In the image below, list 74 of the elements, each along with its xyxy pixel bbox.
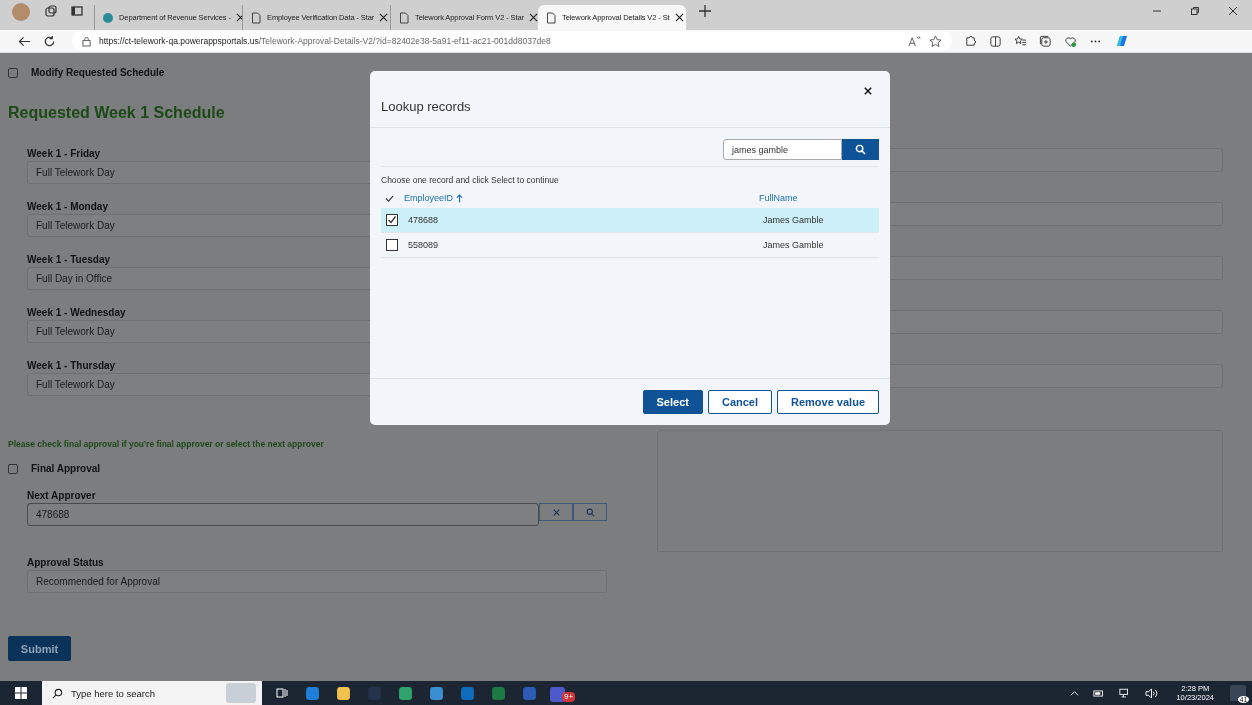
- search-field[interactable]: james gamble: [723, 139, 842, 160]
- chevron-up-icon[interactable]: [1070, 688, 1080, 698]
- back-arrow-icon[interactable]: [18, 34, 31, 48]
- checkbox-icon[interactable]: [386, 239, 398, 251]
- page-icon: [398, 11, 410, 24]
- checkbox[interactable]: [8, 67, 18, 78]
- dialog-title: Lookup records: [381, 98, 471, 114]
- check-icon: [385, 193, 394, 203]
- field-label: Week 1 - Monday: [27, 201, 108, 212]
- lookup-field[interactable]: 478688: [27, 503, 540, 526]
- extensions-icon[interactable]: [964, 34, 977, 48]
- record-row[interactable]: 558089 James Gamble: [381, 233, 879, 258]
- submit-button[interactable]: Submit: [8, 636, 71, 661]
- favorites-icon[interactable]: [1014, 34, 1027, 48]
- star-icon[interactable]: [929, 34, 942, 48]
- close-tab-icon[interactable]: [674, 13, 684, 22]
- copilot-icon[interactable]: [1114, 33, 1130, 49]
- close-tab-icon[interactable]: [528, 13, 538, 22]
- checkbox[interactable]: [8, 463, 18, 474]
- dialog-button[interactable]: Remove value: [777, 390, 879, 414]
- lock-icon: [82, 35, 91, 47]
- new-tab-icon[interactable]: [698, 4, 712, 18]
- search-button[interactable]: [842, 139, 879, 160]
- sort-ascending-icon: [456, 193, 464, 203]
- dialog-button[interactable]: Cancel: [707, 390, 772, 414]
- close-icon[interactable]: [1228, 5, 1238, 16]
- status-field[interactable]: Recommended for Approval: [27, 570, 607, 593]
- checked-checkbox-icon[interactable]: [386, 214, 398, 226]
- address-bar[interactable]: https://ct-telework-qa.powerappsportals.us/Telework-Approval-Details-V2/?id=82402e38-5a91-ef11-ac21-001dd8037de8: [72, 31, 952, 51]
- close-icon: [552, 508, 560, 516]
- field-label: Approval Status: [27, 557, 104, 568]
- url-text: https://ct-telework-qa.powerappsportals.us/Telework-Approval-Details-V2/?id=82402e38-5a91-ef11-ac21-001dd8037de8: [99, 36, 551, 46]
- workspaces-icon[interactable]: [44, 4, 58, 18]
- browser-essentials-icon[interactable]: [1064, 34, 1077, 48]
- tab-actions-icon[interactable]: [70, 4, 84, 18]
- restore-icon[interactable]: [1190, 5, 1200, 16]
- table-cell-text: 558089: [408, 240, 440, 250]
- volume-icon[interactable]: [1145, 687, 1159, 699]
- field-label: Week 1 - Thursday: [27, 360, 116, 371]
- field-label: Next Approver: [27, 490, 96, 501]
- collections-icon[interactable]: [1039, 34, 1052, 48]
- instruction-text: Please check final approval if you're final approver or select the next approver: [8, 439, 325, 449]
- checkbox-label: Final Approval: [31, 463, 101, 474]
- task-view-icon[interactable]: [275, 686, 289, 700]
- dialog-button[interactable]: Select: [642, 390, 703, 414]
- site-logo-icon: [102, 11, 114, 24]
- close-tab-icon[interactable]: [379, 13, 389, 22]
- read-aloud-icon[interactable]: [908, 34, 921, 48]
- page-icon: [545, 11, 557, 24]
- checkbox-label: Modify Requested Schedule: [31, 67, 165, 78]
- table-cell: James Gamble: [763, 215, 824, 225]
- split-screen-icon[interactable]: [989, 34, 1002, 48]
- close-tab-icon[interactable]: [235, 13, 242, 22]
- notification-badge: 9+: [562, 692, 576, 702]
- search-icon: [585, 507, 595, 517]
- instruction-text: Choose one record and click Select to continue: [381, 175, 560, 185]
- search-icon: [52, 687, 63, 699]
- section-heading: Requested Week 1 Schedule: [8, 104, 225, 122]
- search-highlight-picture: [226, 683, 256, 703]
- table-cell: James Gamble: [763, 240, 824, 250]
- taskbar-search-field[interactable]: Type here to search: [42, 681, 262, 705]
- windows-start-icon[interactable]: [14, 686, 28, 700]
- battery-icon[interactable]: [1093, 688, 1106, 698]
- field-label: Week 1 - Friday: [27, 148, 101, 159]
- close-icon[interactable]: [864, 87, 872, 95]
- field-label: Week 1 - Tuesday: [27, 254, 110, 265]
- table-cell-text: 478688: [408, 215, 440, 225]
- record-row[interactable]: 478688 James Gamble: [381, 208, 879, 233]
- search-icon: [855, 144, 866, 155]
- column-header[interactable]: FullName: [759, 193, 798, 203]
- refresh-icon[interactable]: [43, 34, 56, 48]
- column-header[interactable]: EmployeeID: [404, 193, 759, 203]
- page-icon: [250, 11, 262, 24]
- field-label: Week 1 - Wednesday: [27, 307, 126, 318]
